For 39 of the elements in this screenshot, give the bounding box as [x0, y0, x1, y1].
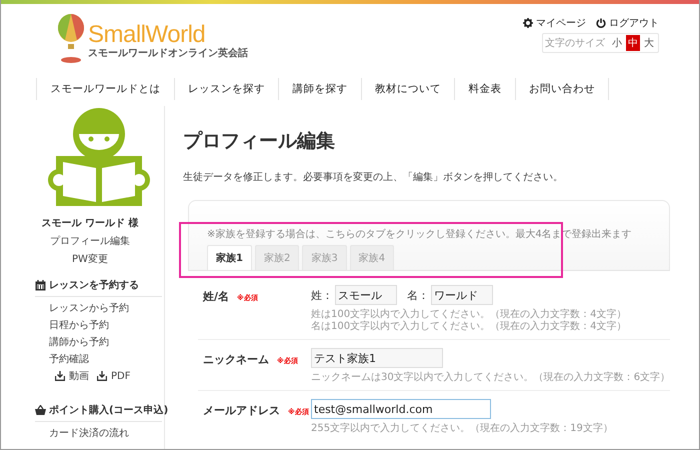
input-prefix: 姓：: [311, 288, 333, 302]
nav-link[interactable]: 料金表: [454, 78, 514, 100]
download-link[interactable]: PDF: [97, 369, 130, 383]
nav-link[interactable]: スモールワールドとは: [36, 78, 174, 100]
download-link[interactable]: 動画: [55, 369, 89, 383]
nav-link[interactable]: レッスンを探す: [174, 78, 278, 100]
input-prefix: 名：: [407, 288, 429, 302]
hint-text: 255文字以内で入力してください。（現在の入力文字数：19文字）: [311, 423, 613, 435]
sidebar-item[interactable]: 講師から予約: [49, 336, 164, 349]
sidebar-item[interactable]: カード決済の流れ: [49, 427, 164, 440]
field-label: メールアドレス: [203, 403, 280, 418]
hint-text: 名は100文字以内で入力してください。（現在の入力文字数：4文字）: [311, 321, 626, 333]
section-heading: ポイント購入(コース申込): [49, 404, 168, 417]
page-title: プロフィール編集: [183, 129, 336, 154]
sidebar-link[interactable]: プロフィール編集: [1, 234, 164, 248]
logo-tagline: スモールワールドオンライン英会話: [88, 48, 248, 59]
hint-text: 姓は100文字以内で入力してください。（現在の入力文字数：4文字）: [311, 309, 626, 320]
section-heading: レッスンを予約する: [49, 278, 139, 292]
sidebar-link[interactable]: PW変更: [1, 252, 164, 266]
font-size-label: 文字のサイズ: [545, 36, 605, 50]
nav-link[interactable]: 教材について: [360, 78, 454, 100]
text-input[interactable]: テスト家族1: [311, 348, 443, 368]
nav-link[interactable]: 講師を探す: [278, 78, 360, 100]
user-name: スモール ワールド 様: [40, 216, 140, 230]
text-input[interactable]: ワールド: [431, 285, 493, 305]
text-input[interactable]: test@smallworld.com: [311, 399, 491, 419]
text-input[interactable]: スモール: [335, 285, 397, 305]
hint-text: ニックネームは30文字以内で入力してください。（現在の入力文字数：6文字）: [311, 372, 670, 384]
mypage-link[interactable]: マイページ: [523, 16, 586, 30]
field-label: ニックネーム: [203, 352, 269, 367]
nav-link[interactable]: お問い合わせ: [514, 78, 609, 100]
sidebar-item[interactable]: 予約確認: [49, 353, 164, 366]
description-text: 生徒データを修正します。必要事項を変更の上、「編集」ボタンを押してください。: [183, 170, 564, 184]
font-size-option[interactable]: 中: [626, 35, 640, 51]
sidebar-item[interactable]: 日程から予約: [49, 319, 164, 332]
field-label: 姓/名: [203, 289, 230, 304]
family-tab[interactable]: 家族1: [207, 245, 252, 270]
sidebar-item[interactable]: レッスンから予約: [49, 302, 164, 315]
logout-link[interactable]: ログアウト: [596, 16, 659, 30]
